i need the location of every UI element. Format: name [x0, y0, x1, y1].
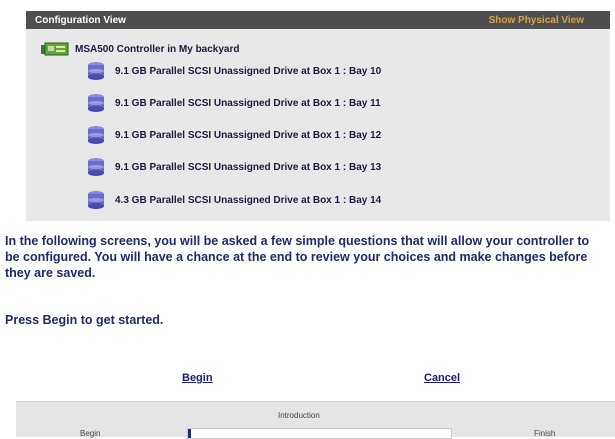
show-physical-view-link[interactable]: Show Physical View	[489, 15, 584, 26]
drive-item[interactable]: 9.1 GB Parallel SCSI Unassigned Drive at…	[87, 125, 381, 145]
panel-title: Configuration View	[35, 14, 126, 26]
begin-link[interactable]: Begin	[182, 372, 213, 384]
disk-drive-icon	[88, 62, 104, 80]
drive-label: 9.1 GB Parallel SCSI Unassigned Drive at…	[115, 129, 382, 141]
drive-item[interactable]: 4.3 GB Parallel SCSI Unassigned Drive at…	[87, 190, 381, 210]
disk-drive-icon	[88, 126, 104, 144]
cancel-link[interactable]: Cancel	[424, 372, 460, 384]
wizard-start-label: Begin	[80, 429, 101, 438]
drive-item[interactable]: 9.1 GB Parallel SCSI Unassigned Drive at…	[87, 93, 381, 113]
drive-label: 9.1 GB Parallel SCSI Unassigned Drive at…	[115, 65, 382, 77]
drive-label: 9.1 GB Parallel SCSI Unassigned Drive at…	[115, 161, 382, 173]
panel-header: Configuration View Show Physical View	[26, 11, 610, 29]
controller-item[interactable]: MSA500 Controller in My backyard	[41, 42, 240, 56]
disk-drive-icon	[88, 158, 104, 176]
disk-drive-icon	[88, 94, 104, 112]
intro-paragraph: In the following screens, you will be as…	[5, 234, 590, 280]
controller-label: MSA500 Controller in My backyard	[75, 43, 240, 55]
drive-label: 9.1 GB Parallel SCSI Unassigned Drive at…	[115, 97, 381, 109]
drive-item[interactable]: 9.1 GB Parallel SCSI Unassigned Drive at…	[87, 61, 381, 81]
drive-item[interactable]: 9.1 GB Parallel SCSI Unassigned Drive at…	[87, 157, 381, 177]
controller-board-icon	[41, 42, 69, 56]
wizard-current-step: Introduction	[278, 411, 320, 420]
drive-label: 4.3 GB Parallel SCSI Unassigned Drive at…	[115, 194, 382, 206]
wizard-progress: Introduction Begin Finish	[16, 401, 615, 439]
wizard-progress-track	[187, 428, 452, 439]
press-begin-instruction: Press Begin to get started.	[5, 313, 164, 327]
configuration-view-panel: Configuration View Show Physical View MS…	[26, 11, 610, 221]
wizard-end-label: Finish	[534, 429, 556, 438]
disk-drive-icon	[88, 191, 104, 209]
wizard-progress-fill	[188, 429, 192, 438]
